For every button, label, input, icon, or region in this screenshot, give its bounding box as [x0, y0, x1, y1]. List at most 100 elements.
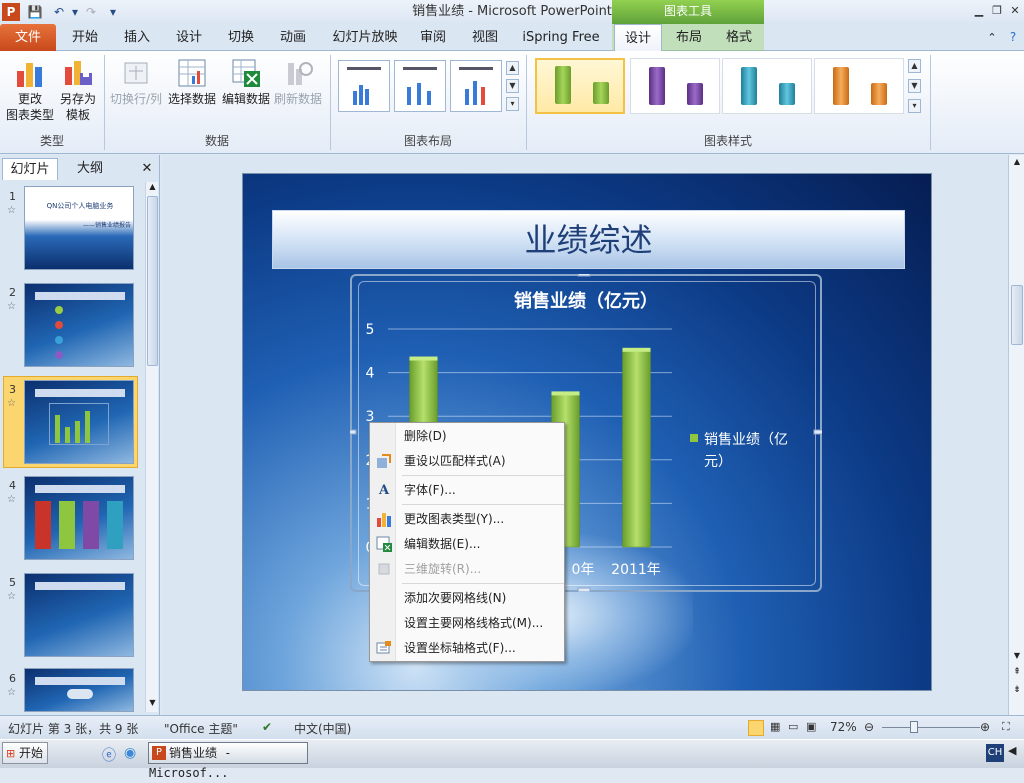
ie-icon[interactable]: ⓔ	[102, 745, 116, 765]
chart-layout-option-1[interactable]	[338, 60, 390, 112]
transition-star-icon: ☆	[7, 398, 16, 409]
theme-status[interactable]: "Office 主题"	[164, 720, 238, 737]
menu-item-format-axis[interactable]: 设置坐标轴格式(F)...	[370, 636, 562, 661]
slide-thumbnail-3[interactable]	[24, 380, 134, 464]
tab-view[interactable]: 视图	[462, 24, 508, 51]
slideshow-icon[interactable]: ▣	[806, 720, 816, 733]
zoom-slider-handle[interactable]	[910, 721, 918, 733]
start-button[interactable]: ⊞ 开始	[2, 742, 48, 764]
slide-number: 6	[9, 672, 16, 685]
change-chart-type-button[interactable]: 更改 图表类型	[6, 57, 54, 123]
slides-scrollbar[interactable]: ▲ ▼	[145, 182, 158, 712]
tab-slideshow[interactable]: 幻灯片放映	[326, 24, 404, 51]
menu-item-font[interactable]: A 字体(F)...	[370, 478, 562, 503]
tab-file[interactable]: 文件	[0, 24, 56, 51]
edit-data-button[interactable]: 编辑数据	[220, 57, 272, 107]
zoom-out-icon[interactable]: ⊖	[864, 720, 874, 734]
browser-icon[interactable]: ◉	[124, 745, 136, 761]
slide-thumbnail-5[interactable]	[24, 573, 134, 657]
zoom-slider-track[interactable]	[882, 727, 980, 728]
refresh-data-button[interactable]: 刷新数据	[272, 57, 324, 107]
slide-thumbnail-1[interactable]: QN公司个人电脑业务 ——销售业绩报告	[24, 186, 134, 270]
chart-style-option-teal[interactable]	[722, 58, 812, 114]
zoom-in-icon[interactable]: ⊕	[980, 720, 990, 734]
tab-chart-design[interactable]: 设计	[614, 24, 662, 52]
menu-item-format-major-gridlines[interactable]: 设置主要网格线格式(M)...	[370, 611, 562, 636]
switch-row-column-button[interactable]: 切换行/列	[108, 57, 164, 107]
menu-item-delete[interactable]: 删除(D)	[370, 424, 562, 449]
tab-transitions[interactable]: 切换	[218, 24, 264, 51]
scroll-down-icon[interactable]: ▼	[1011, 651, 1023, 663]
chart-title: 销售业绩（亿元）	[514, 290, 658, 312]
restore-icon[interactable]: ❐	[988, 3, 1006, 19]
chart-layout-option-2[interactable]	[394, 60, 446, 112]
save-icon[interactable]: 💾	[26, 3, 44, 21]
menu-item-change-chart-type[interactable]: 更改图表类型(Y)...	[370, 507, 562, 532]
layout-gallery-down-icon[interactable]: ▼	[506, 79, 519, 93]
layout-bar	[365, 89, 369, 105]
reading-view-icon[interactable]: ▭	[788, 720, 798, 733]
chart-style-option-orange[interactable]	[814, 58, 904, 114]
save-as-template-button[interactable]: 另存为 模板	[56, 57, 100, 123]
scroll-up-icon[interactable]: ▲	[1011, 157, 1023, 169]
tab-slides[interactable]: 幻灯片	[2, 158, 58, 180]
minimize-icon[interactable]: ▁	[970, 3, 988, 19]
fit-to-window-icon[interactable]: ⛶	[1002, 720, 1010, 734]
collapse-ribbon-icon[interactable]: ⌃	[984, 24, 1000, 51]
style-gallery-up-icon[interactable]: ▲	[908, 59, 921, 73]
tab-review[interactable]: 审阅	[410, 24, 456, 51]
tab-insert[interactable]: 插入	[114, 24, 160, 51]
style-gallery-down-icon[interactable]: ▼	[908, 79, 921, 93]
tab-animations[interactable]: 动画	[270, 24, 316, 51]
normal-view-icon[interactable]	[748, 720, 764, 736]
close-icon[interactable]: ✕	[1006, 3, 1024, 19]
tab-home[interactable]: 开始	[62, 24, 108, 51]
zoom-level[interactable]: 72%	[830, 720, 857, 734]
menu-item-reset-style[interactable]: 重设以匹配样式(A)	[370, 449, 562, 474]
slide-thumbnail-4[interactable]	[24, 476, 134, 560]
chart-style-option-green[interactable]	[535, 58, 625, 114]
thumb-title-bar	[35, 582, 125, 590]
menu-item-add-minor-gridlines[interactable]: 添加次要网格线(N)	[370, 586, 562, 611]
powerpoint-app-icon[interactable]: P	[2, 3, 20, 21]
scroll-thumb[interactable]	[1011, 285, 1023, 345]
menu-item-edit-data[interactable]: 编辑数据(E)...	[370, 532, 562, 557]
chart-style-option-purple[interactable]	[630, 58, 720, 114]
slide-thumbnail-6[interactable]	[24, 668, 134, 712]
tab-outline[interactable]: 大纲	[62, 158, 118, 180]
close-panel-icon[interactable]: ✕	[138, 158, 156, 180]
layout-gallery-more-icon[interactable]: ▾	[506, 97, 519, 111]
chart-type-icon	[17, 63, 42, 87]
tab-design-main[interactable]: 设计	[166, 24, 212, 51]
language-status[interactable]: 中文(中国)	[294, 720, 351, 737]
taskbar-powerpoint-button[interactable]: P 销售业绩 - Microsof...	[148, 742, 308, 780]
slide-thumbnail-2[interactable]	[24, 283, 134, 367]
tab-chart-format[interactable]: 格式	[716, 24, 762, 51]
tab-chart-layout[interactable]: 布局	[666, 24, 712, 51]
previous-slide-icon[interactable]: ⇞	[1011, 667, 1023, 681]
customize-qat-icon[interactable]: ▾	[104, 3, 122, 21]
next-slide-icon[interactable]: ⇟	[1011, 685, 1023, 699]
group-label-type: 类型	[39, 134, 64, 148]
tray-arrow-icon[interactable]: ◀	[1008, 744, 1016, 757]
slide-sorter-icon[interactable]: ▦	[770, 720, 780, 733]
redo-icon[interactable]: ↷	[82, 3, 100, 21]
editor-scrollbar[interactable]: ▲ ▼ ⇞ ⇟	[1008, 155, 1024, 715]
slide-title[interactable]: 业绩综述	[272, 214, 905, 266]
layout-gallery-up-icon[interactable]: ▲	[506, 61, 519, 75]
select-data-button[interactable]: 选择数据	[166, 57, 218, 107]
style-gallery-more-icon[interactable]: ▾	[908, 99, 921, 113]
chart-layout-option-3[interactable]	[450, 60, 502, 112]
ime-indicator[interactable]: CH	[986, 744, 1004, 762]
reset-style-icon	[375, 453, 393, 471]
scroll-thumb[interactable]	[147, 196, 158, 366]
help-icon[interactable]: ?	[1004, 24, 1022, 51]
tab-ispring[interactable]: iSpring Free	[518, 24, 604, 51]
spell-check-icon[interactable]: ✔	[262, 720, 272, 734]
menu-item-3d-rotation[interactable]: 三维旋转(R)...	[370, 557, 562, 582]
chart-bar-top	[551, 391, 580, 396]
switch-row-column-icon	[124, 62, 148, 84]
scroll-up-icon[interactable]: ▲	[147, 182, 158, 194]
slide-number: 5	[9, 576, 16, 589]
scroll-down-icon[interactable]: ▼	[147, 698, 158, 710]
